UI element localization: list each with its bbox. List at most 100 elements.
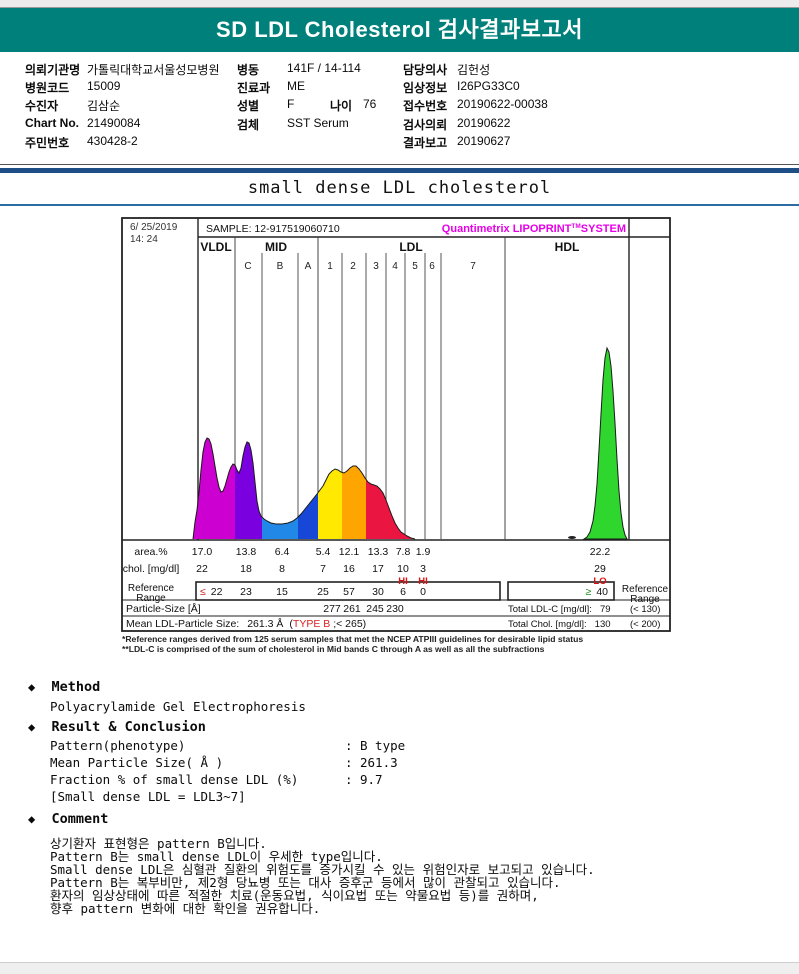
comment-line: 향후 pattern 변화에 대한 확인을 권유합니다. — [50, 901, 321, 916]
hdl-peak — [582, 346, 628, 540]
fraction-label: 7 — [470, 261, 476, 272]
mean-particle-value: 261.3 Å — [247, 617, 283, 630]
area-pct-value: 1.9 — [416, 546, 431, 558]
particle-size-value: 230 — [386, 603, 404, 615]
region-label: HDL — [555, 240, 580, 254]
ref-range-value: 57 — [343, 586, 355, 598]
fraction-label: B — [277, 261, 284, 272]
brand-logo: Quantimetrix LIPOPRINTTMSYSTEM — [442, 223, 626, 235]
total-chol-value: 130 — [595, 619, 611, 630]
ref-range-value: 15 — [276, 586, 288, 598]
fraction-label: 5 — [412, 261, 418, 272]
curve-band — [318, 469, 342, 539]
result-row-label: Mean Particle Size( Å ) — [50, 755, 224, 770]
comment-section-header: ◆ Comment — [28, 811, 108, 827]
fraction-label: 4 — [392, 261, 398, 272]
sample-id: SAMPLE: 12-917519060710 — [206, 223, 340, 235]
brand-tm-mark: TM — [571, 223, 580, 230]
brand-part-1: Quantimetrix LIPOPRINT — [442, 223, 572, 235]
chol-value: 3 — [420, 563, 426, 575]
lipoprint-chart: 6/ 25/2019 14: 24 SAMPLE: 12-91751906071… — [121, 217, 671, 654]
chart-dynamic-layer: VLDL MID LDL HDLC B A 1 2 3 4 5 6 717.0 13.8 6.4 5.4 12.… — [192, 240, 628, 615]
bottom-bar — [0, 962, 799, 974]
fraction-label: C — [244, 261, 251, 272]
diamond-bullet-icon: ◆ — [28, 720, 36, 734]
chol-value: 17 — [372, 563, 384, 575]
ref-range-value: ≥40 — [586, 586, 609, 598]
ref-range-value: 0 — [420, 586, 426, 598]
total-chol-row: Total Chol. [mg/dl]: 130 — [508, 619, 611, 630]
result-row-colon: : — [345, 772, 353, 787]
result-row-colon: : — [345, 755, 353, 770]
area-pct-value: 13.3 — [368, 546, 389, 558]
ref-range-symbol: ≥ — [586, 586, 592, 598]
method-body: Polyacrylamide Gel Electrophoresis — [50, 699, 306, 714]
result-note: [Small dense LDL = LDL3~7] — [50, 789, 246, 804]
area-pct-value: 12.1 — [339, 546, 360, 558]
footnote-2: **LDL-C is comprised of the sum of chole… — [122, 644, 545, 654]
fraction-label: 6 — [429, 261, 435, 272]
particle-size-value: 277 — [323, 603, 341, 615]
result-row-colon: : — [345, 738, 353, 753]
total-ldl-row: Total LDL-C [mg/dl]: 79 — [508, 604, 611, 615]
result-row-value: 261.3 — [360, 755, 398, 770]
curve-band — [262, 517, 298, 539]
comment-header-label: Comment — [51, 811, 109, 827]
curve-band — [366, 479, 415, 539]
result-section-header: ◆ Result & Conclusion — [28, 719, 206, 735]
area-pct-value: 22.2 — [590, 546, 611, 558]
result-row-value: 9.7 — [360, 772, 383, 787]
result-row-label: Pattern(phenotype) — [50, 738, 186, 753]
report-page: SD LDL Cholesterol 검사결과보고서 의뢰기관명 가톨릭대학교서… — [0, 0, 799, 974]
ref-range-value: 25 — [317, 586, 329, 598]
curve-band — [298, 492, 318, 539]
fraction-label: A — [305, 261, 312, 272]
ref-range-number: 22 — [211, 586, 223, 598]
area-pct-value: 13.8 — [236, 546, 257, 558]
total-chol-label: Total Chol. [mg/dl]: — [508, 619, 587, 630]
method-section-header: ◆ Method — [28, 679, 100, 695]
result-header-label: Result & Conclusion — [51, 719, 206, 735]
curve-band — [235, 442, 262, 539]
diamond-bullet-icon: ◆ — [28, 812, 36, 826]
mean-ref-range: ;< 265) — [330, 618, 366, 630]
result-row-label: Fraction % of small dense LDL (%) — [50, 772, 299, 787]
region-label: LDL — [399, 240, 422, 254]
area-pct-value: 7.8 — [396, 546, 411, 558]
chol-value: 7 — [320, 563, 326, 575]
total-ldl-ref: (< 130) — [630, 604, 660, 615]
fraction-label: 2 — [350, 261, 356, 272]
ref-range-number: 40 — [596, 586, 608, 598]
particle-size-label: Particle-Size [Å] — [126, 602, 201, 615]
fraction-label: 1 — [327, 261, 333, 272]
brand-part-2: SYSTEM — [581, 223, 626, 235]
chol-value: 22 — [196, 563, 208, 575]
area-pct-value: 17.0 — [192, 546, 213, 558]
chart-date: 6/ 25/2019 — [130, 222, 178, 233]
chol-value: 8 — [279, 563, 285, 575]
diamond-bullet-icon: ◆ — [28, 680, 36, 694]
total-chol-ref: (< 200) — [630, 619, 660, 630]
result-row-value: B type — [360, 738, 406, 753]
method-header-label: Method — [51, 679, 101, 695]
chol-value: 10 — [397, 563, 409, 575]
region-label: MID — [265, 240, 287, 254]
chol-value: 18 — [240, 563, 252, 575]
chol-value: 16 — [343, 563, 355, 575]
region-label: VLDL — [200, 240, 231, 254]
total-ldl-label: Total LDL-C [mg/dl]: — [508, 604, 592, 615]
curve-band — [342, 466, 366, 539]
ref-range-value: 23 — [240, 586, 252, 598]
pattern-type-flag: TYPE B — [293, 618, 330, 630]
area-pct-value: 6.4 — [275, 546, 290, 558]
ref-range-symbol: ≤ — [200, 586, 206, 598]
ref-range-value: ≤22 — [200, 586, 223, 598]
gel-speck — [568, 536, 576, 539]
ref-range-value: 6 — [400, 586, 406, 598]
area-pct-value: 5.4 — [316, 546, 331, 558]
mean-particle-label: Mean LDL-Particle Size: — [126, 618, 239, 630]
particle-size-value: 245 — [366, 603, 384, 615]
mean-particle-row: Mean LDL-Particle Size: 261.3 Å (TYPE B ;<… — [126, 617, 366, 630]
chart-time: 14: 24 — [130, 234, 158, 245]
particle-size-value: 261 — [343, 603, 361, 615]
